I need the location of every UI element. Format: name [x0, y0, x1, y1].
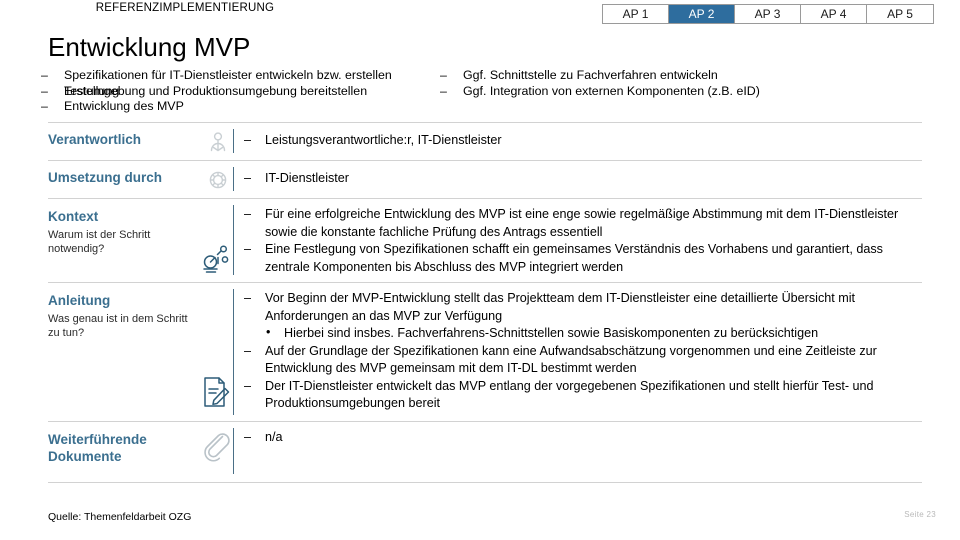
row-body: – Für eine erfolgreiche Entwicklung des …	[244, 206, 920, 276]
row-subbullet: • Hierbei sind insbes. Fachverfahrens-Sc…	[244, 325, 920, 343]
row-label-block: Weiterführende Dokumente	[48, 431, 198, 465]
row-label-block: Anleitung Was genau ist in dem Schritt z…	[48, 292, 198, 340]
dash-marker: –	[41, 83, 48, 98]
row-umsetzung-durch: Umsetzung durch – IT-Dienstleister	[48, 160, 922, 198]
intro-bullets-left: – Spezifikationen für IT-Dienstleister e…	[38, 68, 438, 115]
row-label-text: Verantwortlich	[48, 132, 142, 147]
row-bullet-text: Leistungsverantwortliche:r, IT-Dienstlei…	[265, 133, 502, 147]
slide-header: REFERENZIMPLEMENTIERUNG AP 1 AP 2 AP 3 A…	[0, 0, 960, 30]
dash-marker: –	[244, 207, 252, 221]
row-label-text: Kontext	[48, 209, 99, 224]
row-verantwortlich: Verantwortlich – Leistungsverantwortlich…	[48, 122, 922, 160]
row-label-subtext: Was genau ist in dem Schritt zu tun?	[48, 313, 188, 339]
ap-tab-3[interactable]: AP 3	[735, 5, 801, 23]
ap-tab-4[interactable]: AP 4	[801, 5, 867, 23]
dash-marker: –	[244, 291, 252, 305]
dash-marker: –	[244, 133, 252, 147]
person-icon	[198, 129, 238, 155]
row-kontext: Kontext Warum ist der Schritt notwendig?…	[48, 198, 922, 282]
intro-bullet: – Ggf. Schnittstelle zu Fachverfahren en…	[437, 68, 937, 84]
dash-marker: –	[244, 242, 252, 256]
row-divider-rule	[233, 289, 234, 415]
row-bullet: – Eine Festlegung von Spezifikationen sc…	[244, 241, 920, 276]
row-label-block: Umsetzung durch	[48, 169, 198, 186]
row-label-text: Anleitung	[48, 293, 111, 308]
ap-tab-group[interactable]: AP 1 AP 2 AP 3 AP 4 AP 5	[602, 4, 934, 24]
row-bullet: – Für eine erfolgreiche Entwicklung des …	[244, 206, 920, 241]
row-bullet-text: Eine Festlegung von Spezifikationen scha…	[265, 242, 883, 274]
microscope-icon	[196, 243, 236, 275]
intro-bullet-text: Ggf. Integration von externen Komponente…	[463, 83, 760, 98]
dash-marker: –	[440, 83, 447, 98]
dash-marker: –	[244, 343, 252, 358]
row-divider-rule	[233, 129, 234, 153]
intro-bullet-ghost-text: Erstellung	[64, 83, 120, 98]
row-divider-rule	[233, 428, 234, 474]
row-bullet-text: IT-Dienstleister	[265, 171, 349, 185]
row-body: – n/a	[244, 429, 920, 447]
ap-tab-5[interactable]: AP 5	[867, 5, 933, 23]
row-label-text: Weiterführende Dokumente	[48, 432, 147, 464]
ap-tab-1[interactable]: AP 1	[603, 5, 669, 23]
intro-bullet-text: Ggf. Schnittstelle zu Fachverfahren entw…	[463, 68, 718, 82]
paperclip-icon	[196, 430, 236, 464]
row-bullet-text: n/a	[265, 430, 283, 444]
row-body: – Leistungsverantwortliche:r, IT-Dienstl…	[244, 132, 920, 150]
dash-marker: –	[244, 430, 252, 444]
dash-marker: –	[244, 171, 252, 185]
row-divider-rule	[233, 167, 234, 191]
ap-tab-2[interactable]: AP 2	[669, 5, 735, 23]
row-bullet-text: Vor Beginn der MVP-Entwicklung stellt da…	[265, 291, 856, 323]
gear-icon	[198, 167, 238, 193]
intro-bullet: – Testumgebung und Produktionsumgebung b…	[38, 84, 438, 100]
page-number: Seite 23	[904, 510, 936, 519]
row-subbullet-text: Hierbei sind insbes. Fachverfahrens-Schn…	[284, 326, 819, 340]
source-note: Quelle: Themenfeldarbeit OZG	[48, 511, 192, 523]
kicker-label: REFERENZIMPLEMENTIERUNG	[95, 2, 275, 14]
row-bullet: – Leistungsverantwortliche:r, IT-Dienstl…	[244, 132, 920, 150]
intro-bullet-text: Entwicklung des MVP	[64, 99, 184, 113]
row-anleitung: Anleitung Was genau ist in dem Schritt z…	[48, 282, 922, 421]
row-bullet: – Der IT-Dienstleister entwickelt das MV…	[244, 378, 920, 413]
row-label-text: Umsetzung durch	[48, 170, 163, 185]
intro-bullets-right: – Ggf. Schnittstelle zu Fachverfahren en…	[437, 68, 937, 99]
row-body: – Vor Beginn der MVP-Entwicklung stellt …	[244, 290, 920, 413]
row-weiterfuehrende-dokumente: Weiterführende Dokumente – n/a	[48, 421, 922, 483]
dash-marker: –	[244, 378, 252, 393]
row-label-subtext: Warum ist der Schritt notwendig?	[48, 229, 151, 255]
row-label-block: Kontext Warum ist der Schritt notwendig?	[48, 208, 198, 256]
dash-marker: –	[41, 68, 48, 82]
detail-rows: Verantwortlich – Leistungsverantwortlich…	[48, 122, 922, 483]
row-divider-rule	[233, 205, 234, 275]
intro-bullet-text: Spezifikationen für IT-Dienstleister ent…	[64, 68, 392, 82]
row-bullet-text: Auf der Grundlage der Spezifikationen ka…	[265, 343, 877, 376]
row-bullet: – Auf der Grundlage der Spezifikationen …	[244, 343, 920, 378]
row-body: – IT-Dienstleister	[244, 170, 920, 188]
intro-bullet: – Entwicklung des MVP	[38, 99, 438, 115]
intro-bullet: – Ggf. Integration von externen Komponen…	[437, 84, 937, 100]
intro-bullet: – Spezifikationen für IT-Dienstleister e…	[38, 68, 438, 84]
row-bullet-text: Für eine erfolgreiche Entwicklung des MV…	[265, 207, 899, 239]
row-bullet-text: Der IT-Dienstleister entwickelt das MVP …	[265, 378, 874, 411]
row-label-block: Verantwortlich	[48, 131, 198, 148]
row-bullet: – Vor Beginn der MVP-Entwicklung stellt …	[244, 290, 920, 325]
page-title: Entwicklung MVP	[48, 32, 251, 62]
row-bullet: – n/a	[244, 429, 920, 447]
dash-marker: –	[440, 68, 447, 82]
dash-marker: –	[41, 99, 48, 113]
document-pencil-icon	[196, 375, 236, 409]
row-bullet: – IT-Dienstleister	[244, 170, 920, 188]
dot-marker: •	[266, 325, 271, 339]
